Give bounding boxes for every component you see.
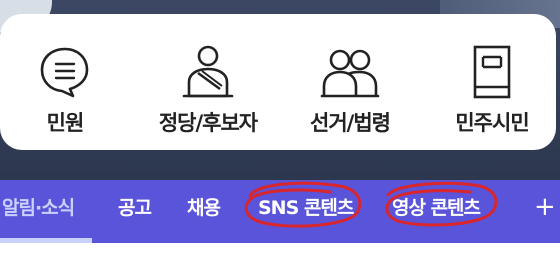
quick-menu-label: 민원 bbox=[46, 111, 85, 135]
tab-video-contents[interactable]: 영상 콘텐츠 bbox=[392, 180, 481, 243]
quick-menu-item-candidate[interactable]: 정당/후보자 bbox=[143, 14, 273, 150]
tab-sns-contents[interactable]: SNS 콘텐츠 bbox=[258, 180, 354, 243]
category-tab-bar: 알림·소식 공고 채용 SNS 콘텐츠 영상 콘텐츠 + bbox=[0, 180, 560, 243]
quick-menu-label: 정당/후보자 bbox=[158, 111, 258, 135]
tab-news[interactable]: 알림·소식 bbox=[2, 180, 75, 243]
quick-menu-label: 민주시민 bbox=[455, 111, 529, 135]
candidate-person-icon bbox=[182, 45, 234, 98]
quick-menu-item-complaint[interactable]: 민원 bbox=[0, 14, 130, 150]
document-icon bbox=[473, 45, 511, 99]
content-area bbox=[0, 243, 560, 263]
tab-notice[interactable]: 공고 bbox=[118, 180, 152, 243]
speech-bubble-icon bbox=[40, 47, 89, 98]
quick-menu-item-election-law[interactable]: 선거/법령 bbox=[285, 14, 415, 150]
quick-menu-card: 민원 정당/후보자 선거/법령 민주시민 bbox=[0, 14, 556, 150]
more-tabs-plus-icon[interactable]: + bbox=[534, 180, 556, 243]
tab-recruit[interactable]: 채용 bbox=[187, 180, 221, 243]
quick-menu-item-democratic-citizen[interactable]: 민주시민 bbox=[427, 14, 557, 150]
quick-menu-label: 선거/법령 bbox=[310, 111, 391, 135]
two-people-icon bbox=[320, 49, 380, 98]
